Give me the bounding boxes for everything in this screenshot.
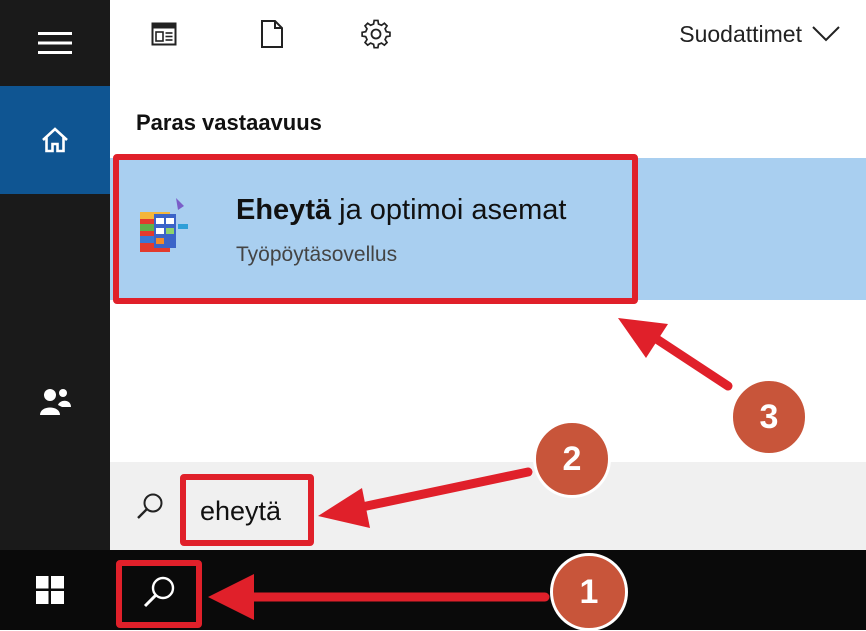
step-badge-1: 1 — [550, 553, 628, 631]
apps-filter-button[interactable] — [144, 14, 184, 54]
settings-filter-button[interactable] — [356, 14, 396, 54]
people-button[interactable] — [0, 370, 110, 434]
step-badge-2: 2 — [533, 420, 611, 498]
chevron-down-icon — [812, 26, 840, 42]
apps-icon — [151, 22, 177, 46]
home-icon — [42, 127, 68, 153]
step-badge-3: 3 — [730, 378, 808, 456]
result-highlight-box — [113, 154, 638, 304]
menu-button[interactable] — [0, 0, 110, 86]
home-button[interactable] — [0, 86, 110, 194]
taskbar-search-highlight-box — [116, 560, 202, 628]
windows-logo-icon — [36, 576, 64, 604]
filters-label: Suodattimet — [679, 20, 802, 47]
hamburger-menu-icon — [38, 32, 72, 54]
left-rail — [0, 0, 110, 550]
filters-dropdown[interactable]: Suodattimet — [679, 14, 840, 54]
documents-filter-button[interactable] — [252, 14, 292, 54]
people-icon — [40, 389, 71, 415]
search-query-highlight-box — [180, 474, 314, 546]
settings-gear-icon — [361, 19, 391, 49]
best-match-heading: Paras vastaavuus — [136, 110, 322, 135]
search-magnifier-icon — [137, 493, 163, 519]
documents-icon — [261, 20, 283, 48]
start-button[interactable] — [30, 570, 70, 610]
